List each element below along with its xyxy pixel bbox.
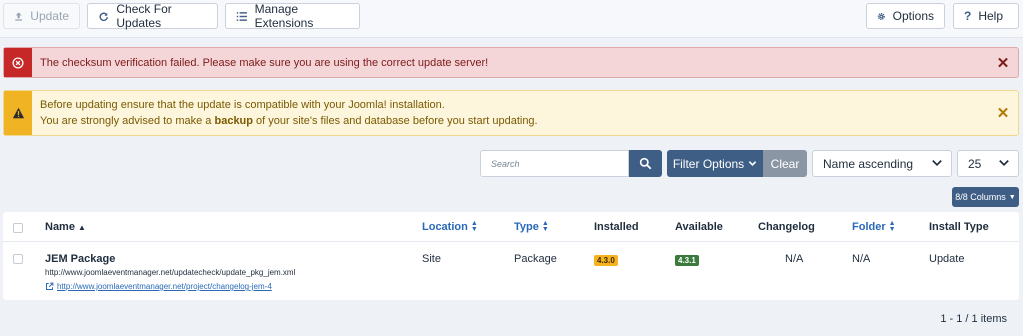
header-installed: Installed [594, 221, 639, 233]
list-icon [236, 11, 247, 21]
sort-asc-icon: ▲ [77, 222, 86, 232]
manage-extensions-label: Manage Extensions [254, 2, 314, 30]
search-button[interactable] [629, 150, 662, 177]
check-for-updates-label: Check For Updates [116, 2, 172, 30]
options-button[interactable]: Options [866, 3, 945, 29]
header-location-label: Location [422, 221, 468, 233]
chevron-down-icon [748, 161, 757, 166]
upload-icon [15, 11, 23, 21]
warning-alert: Before updating ensure that the update i… [3, 90, 1019, 136]
header-type[interactable]: Type ▲ ▼ [514, 220, 549, 233]
row-checkbox[interactable] [13, 254, 23, 264]
external-link-icon [46, 282, 54, 290]
columns-toggle-button[interactable]: 8/8 Columns ▼ [952, 187, 1019, 207]
update-label: Update [30, 9, 69, 23]
header-install-type-label: Install Type [929, 221, 989, 233]
manage-extensions-button[interactable]: Manage Extensions [225, 2, 360, 30]
row-folder: N/A [852, 253, 871, 265]
sort-value: Name ascending [823, 156, 914, 171]
warning-triangle-icon [4, 91, 32, 135]
row-location: Site [422, 253, 441, 265]
warning-backup-emphasis: backup [214, 115, 253, 127]
header-available: Available [675, 221, 723, 233]
header-changelog: Changelog [758, 221, 815, 233]
filter-options-label: Filter Options [672, 156, 745, 171]
row-install-type: Update [929, 253, 965, 265]
warning-line-2-end: of your site's files and database before… [253, 115, 538, 127]
columns-label: 8/8 Columns [955, 192, 1006, 202]
error-message: The checksum verification failed. Please… [40, 56, 489, 69]
chevron-down-icon [999, 160, 1009, 166]
check-for-updates-button[interactable]: Check For Updates [87, 2, 218, 30]
header-folder-label: Folder [852, 221, 886, 233]
toolbar: Update Check For Updates Manage Extensio… [0, 0, 1023, 38]
error-alert: The checksum verification failed. Please… [3, 47, 1019, 78]
updates-table: Name ▲ Location ▲ ▼ Type ▲ ▼ Installed Ava… [3, 212, 1019, 300]
help-button[interactable]: ? Help [953, 3, 1019, 29]
header-name-label: Name [45, 221, 75, 233]
warning-line-1: Before updating ensure that the update i… [40, 99, 445, 111]
installed-version-badge: 4.3.0 [594, 255, 618, 266]
limit-value: 25 [968, 156, 982, 171]
options-label: Options [892, 9, 934, 23]
close-icon[interactable]: ✕ [988, 91, 1018, 135]
gear-icon [877, 12, 885, 20]
filter-options-button[interactable]: Filter Options [667, 150, 763, 177]
sort-icon: ▲ ▼ [888, 220, 896, 233]
row-changelog: N/A [785, 253, 804, 265]
header-folder[interactable]: Folder ▲ ▼ [852, 220, 896, 233]
pagination-info: 1 - 1 / 1 items [940, 313, 1007, 325]
refresh-icon [99, 12, 108, 21]
table-header: Name ▲ Location ▲ ▼ Type ▲ ▼ Installed Ava… [3, 212, 1019, 242]
error-circle-icon [4, 48, 32, 77]
header-name[interactable]: Name ▲ [45, 221, 86, 233]
changelog-link[interactable]: http://www.joomlaeventmanager.net/projec… [45, 282, 272, 291]
header-changelog-label: Changelog [758, 221, 815, 233]
changelog-link-text: http://www.joomlaeventmanager.net/projec… [57, 282, 272, 291]
sort-icon: ▲ ▼ [541, 220, 549, 233]
search-icon [639, 157, 652, 170]
caret-down-icon: ▼ [1008, 193, 1016, 201]
row-type: Package [514, 253, 557, 265]
header-install-type: Install Type [929, 221, 989, 233]
update-server-url: http://www.joomlaeventmanager.net/update… [45, 268, 296, 277]
extension-name: JEM Package [45, 253, 116, 265]
clear-label: Clear [770, 156, 800, 171]
warning-line-2: You are strongly advised to make a backu… [40, 113, 988, 129]
close-icon[interactable]: ✕ [988, 48, 1018, 77]
limit-select[interactable]: 25 [957, 150, 1019, 177]
available-version-badge: 4.3.1 [675, 255, 699, 266]
header-type-label: Type [514, 221, 539, 233]
sort-icon: ▲ ▼ [470, 220, 478, 233]
help-label: Help [978, 9, 1004, 23]
warning-line-2-start: You are strongly advised to make a [40, 115, 215, 127]
header-installed-label: Installed [594, 221, 639, 233]
chevron-down-icon [932, 160, 942, 166]
search-input[interactable] [480, 150, 629, 177]
header-location[interactable]: Location ▲ ▼ [422, 220, 478, 233]
clear-button[interactable]: Clear [763, 150, 807, 177]
select-all-checkbox[interactable] [13, 223, 23, 233]
sort-select[interactable]: Name ascending [812, 150, 952, 177]
question-icon: ? [964, 9, 972, 23]
update-button[interactable]: Update [3, 3, 80, 29]
header-available-label: Available [675, 221, 723, 233]
